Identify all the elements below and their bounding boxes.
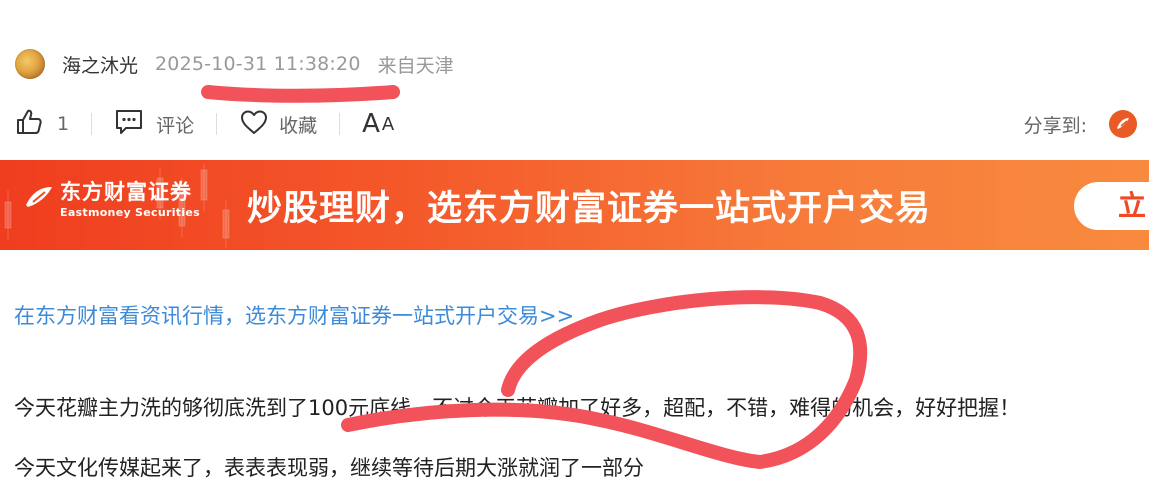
divider [216,113,218,135]
share-weibo-icon[interactable] [1109,110,1137,138]
font-size-small-label: A [381,113,395,135]
logo-chinese-text: 东方财富证券 [60,180,192,204]
favorite-button[interactable]: 收藏 [239,108,317,141]
like-button[interactable]: 1 [15,108,69,141]
like-count: 1 [57,113,70,135]
heart-icon [239,108,269,141]
logo-english-text: Eastmoney Securities [60,206,201,219]
comment-icon [114,108,144,141]
action-bar: 1 评论 收藏 A A 分享到: [15,104,1137,144]
banner-slogan: 炒股理财，选东方财富证券一站式开户交易 [247,189,932,229]
share-area: 分享到: [1024,110,1137,138]
eastmoney-logo: 东方财富证券 Eastmoney Securities [24,182,200,218]
thumbs-up-icon [15,108,43,141]
comment-label: 评论 [156,114,195,137]
avatar[interactable] [15,49,45,79]
banner-open-account-button[interactable]: 立 [1074,182,1149,230]
promo-link[interactable]: 在东方财富看资讯行情，选东方财富证券一站式开户交易>> [14,300,574,330]
post-time: 2025-10-31 11:38:20 [155,53,361,75]
font-size-large-label: A [362,109,380,139]
share-label: 分享到: [1023,114,1087,137]
author-row: 海之沐光 2025-10-31 11:38:20 来自天津 [15,44,454,84]
comment-button[interactable]: 评论 [114,108,194,141]
author-name[interactable]: 海之沐光 [62,51,138,78]
font-size-button[interactable]: A A [362,109,394,139]
favorite-label: 收藏 [279,114,318,137]
ad-banner[interactable]: 东方财富证券 Eastmoney Securities 炒股理财，选东方财富证券… [0,160,1149,250]
divider [339,113,341,135]
post-paragraph: 今天文化传媒起来了，表表表现弱，继续等待后期大涨就润了一部分 [14,456,644,480]
eastmoney-logo-icon [24,183,54,217]
post-location: 来自天津 [377,54,454,77]
divider [91,113,93,135]
post-paragraph: 今天花瓣主力洗的够彻底洗到了100元底线，不过今天花瓣加了好多，超配，不错，难得… [14,396,1021,420]
